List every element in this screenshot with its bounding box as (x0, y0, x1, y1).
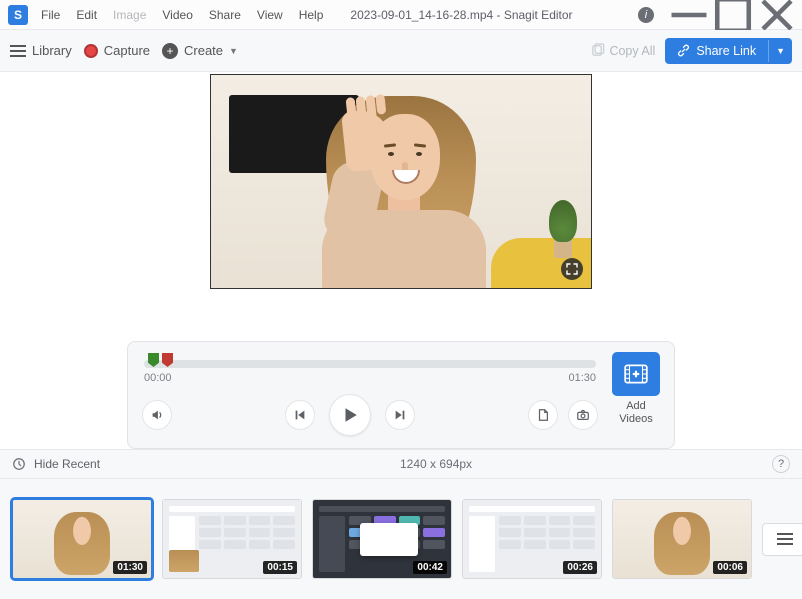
copy-all-button[interactable]: Copy All (590, 43, 655, 58)
chevron-down-icon: ▼ (229, 46, 238, 56)
capture-label: Capture (104, 43, 150, 58)
library-tray-button[interactable]: Libr (762, 523, 802, 556)
thumbnail[interactable]: 01:30 (12, 499, 152, 579)
menu-edit[interactable]: Edit (69, 4, 104, 26)
link-icon (677, 44, 690, 57)
play-icon (341, 406, 359, 424)
copy-icon (590, 43, 605, 58)
title-bar: S File Edit Image Video Share View Help … (0, 0, 802, 30)
preview-bg-plant (545, 198, 581, 258)
step-back-icon (293, 408, 307, 422)
share-link-label: Share Link (696, 44, 756, 58)
hamburger-icon (10, 45, 26, 57)
thumbnail-duration: 01:30 (113, 561, 147, 574)
step-forward-icon (393, 408, 407, 422)
play-button[interactable] (329, 394, 371, 436)
library-button[interactable]: Library (10, 43, 72, 58)
window-title: 2023-09-01_14-16-28.mp4 - Snagit Editor (350, 8, 572, 22)
copy-all-label: Copy All (609, 44, 655, 58)
hamburger-icon (777, 533, 793, 545)
capture-button[interactable]: Capture (84, 43, 150, 58)
toolbar: Library Capture + Create ▼ Copy All Shar… (0, 30, 802, 72)
add-videos-label: AddVideos (619, 400, 652, 426)
thumbnail-duration: 00:15 (263, 561, 297, 574)
video-controls: 00:00 01:30 (127, 341, 675, 449)
menu-file[interactable]: File (34, 4, 67, 26)
marker-in[interactable] (148, 353, 159, 367)
help-button[interactable]: ? (772, 455, 790, 473)
create-button[interactable]: + Create ▼ (162, 43, 238, 59)
menu-view[interactable]: View (250, 4, 290, 26)
export-frame-button[interactable] (528, 400, 558, 430)
thumbnail[interactable]: 00:15 (162, 499, 302, 579)
maximize-button[interactable] (712, 2, 754, 28)
recent-tray: 01:30 00:15 00:42 00:26 00:06 Libr (0, 479, 802, 599)
expand-icon[interactable] (561, 258, 583, 280)
thumbnail[interactable]: 00:42 (312, 499, 452, 579)
clock-icon (12, 457, 26, 471)
app-logo: S (8, 5, 28, 25)
hide-recent-button[interactable]: Hide Recent (34, 457, 100, 471)
share-dropdown-button[interactable]: ▼ (768, 40, 792, 62)
thumbnail[interactable]: 00:06 (612, 499, 752, 579)
volume-icon (150, 408, 164, 422)
menu-help[interactable]: Help (292, 4, 331, 26)
close-button[interactable] (756, 2, 798, 28)
preview-person (286, 78, 516, 288)
create-label: Create (184, 43, 223, 58)
record-icon (84, 44, 98, 58)
thumbnail-duration: 00:06 (713, 561, 747, 574)
timeline-track[interactable] (144, 360, 596, 368)
time-end: 01:30 (568, 372, 596, 384)
menu-image: Image (106, 4, 153, 26)
volume-button[interactable] (142, 400, 172, 430)
canvas-area: 00:00 01:30 (0, 72, 802, 449)
menu-video[interactable]: Video (155, 4, 199, 26)
step-forward-button[interactable] (385, 400, 415, 430)
status-bar: Hide Recent 1240 x 694px ? (0, 449, 802, 479)
camera-icon (576, 408, 590, 422)
step-back-button[interactable] (285, 400, 315, 430)
thumbnail-duration: 00:42 (413, 561, 447, 574)
timeline-column: 00:00 01:30 (142, 352, 598, 436)
menu-bar: File Edit Image Video Share View Help (34, 4, 330, 26)
add-video-icon (612, 352, 660, 396)
time-start: 00:00 (144, 372, 172, 384)
video-preview[interactable] (210, 74, 592, 289)
thumbnail-duration: 00:26 (563, 561, 597, 574)
marker-out[interactable] (162, 353, 173, 367)
plus-circle-icon: + (162, 43, 178, 59)
thumbnail[interactable]: 00:26 (462, 499, 602, 579)
snapshot-button[interactable] (568, 400, 598, 430)
info-icon[interactable]: i (638, 7, 654, 23)
file-icon (536, 408, 550, 422)
menu-share[interactable]: Share (202, 4, 248, 26)
minimize-button[interactable] (668, 2, 710, 28)
library-label: Library (32, 43, 72, 58)
add-videos-button[interactable]: AddVideos (612, 352, 660, 426)
share-link-button[interactable]: Share Link ▼ (665, 38, 792, 64)
dimensions-label: 1240 x 694px (400, 457, 472, 471)
